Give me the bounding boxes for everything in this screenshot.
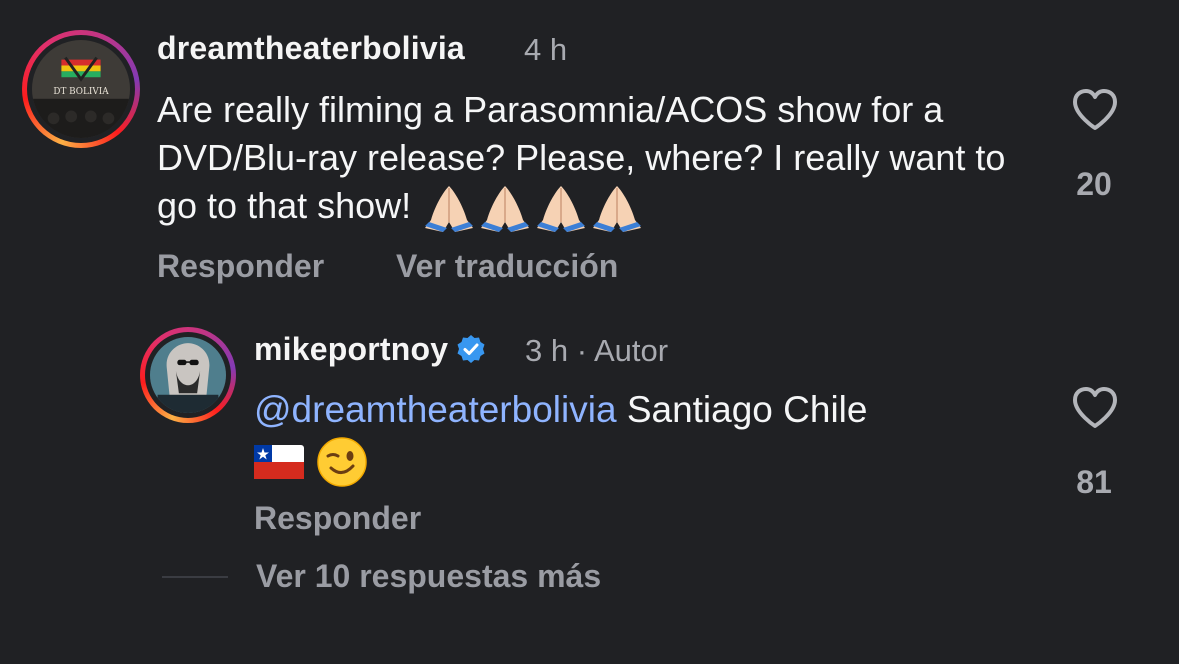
chile-flag-emoji (254, 445, 304, 480)
folded-hands-emoji (425, 186, 474, 233)
reply-emoji-line (254, 436, 368, 488)
folded-hands-emoji (537, 186, 586, 233)
comment-reply-button[interactable]: Responder (157, 248, 324, 285)
folded-hands-emoji (593, 186, 642, 233)
reply-mention-link[interactable]: @dreamtheaterbolivia (254, 389, 617, 430)
verified-badge-icon (457, 335, 485, 363)
reply-like-heart-icon[interactable] (1071, 386, 1119, 430)
reply-text: @dreamtheaterbolivia Santiago Chile (254, 386, 1034, 488)
view-more-replies-button[interactable]: Ver 10 respuestas más (256, 558, 601, 595)
comment-username[interactable]: dreamtheaterbolivia (157, 30, 465, 67)
dt-bolivia-logo-image: DT BOLIVIA (32, 40, 130, 138)
comment-timestamp: 4 h (524, 32, 568, 67)
avatar-dreamtheaterbolivia[interactable]: DT BOLIVIA (22, 30, 140, 148)
winking-face-emoji (317, 437, 367, 487)
reply-timestamp: 3 h (525, 333, 569, 368)
folded-hands-emoji (481, 186, 530, 233)
avatar-mikeportnoy[interactable] (140, 327, 236, 423)
folded-hands-emoji-group (421, 185, 645, 233)
svg-text:DT BOLIVIA: DT BOLIVIA (53, 87, 109, 97)
mikeportnoy-portrait-image (150, 337, 226, 413)
reply-username[interactable]: mikeportnoy (254, 331, 486, 368)
comment-text: Are really filming a Parasomnia/ACOS sho… (157, 86, 1037, 234)
reply-meta: 3 h · Autor (525, 333, 668, 369)
comment-like-count: 20 (1076, 166, 1112, 202)
comment-translate-button[interactable]: Ver traducción (396, 248, 618, 285)
reply-like-count: 81 (1076, 464, 1112, 500)
reply-reply-button[interactable]: Responder (254, 500, 421, 537)
author-label: Autor (593, 333, 669, 368)
comment-like-heart-icon[interactable] (1071, 88, 1119, 132)
replies-divider-line (162, 576, 228, 578)
meta-separator: · (576, 333, 588, 368)
